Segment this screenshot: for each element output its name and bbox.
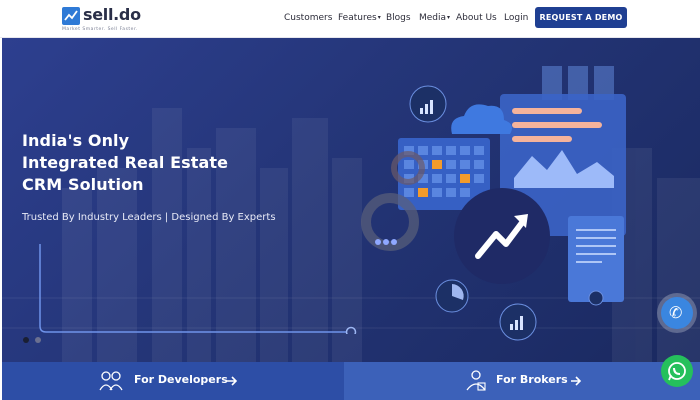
brand-name: sell.do (83, 5, 141, 24)
hero-subheadline: Trusted By Industry Leaders | Designed B… (22, 212, 276, 223)
slider-dot-active[interactable] (23, 337, 29, 343)
nav-item-features[interactable]: Features▾ (338, 13, 381, 23)
for-brokers-label: For Brokers (496, 373, 568, 386)
arrow-right-icon (227, 376, 238, 386)
site-header: sell.do Market Smarter. Sell Faster. Cus… (0, 0, 700, 38)
request-demo-button[interactable]: REQUEST A DEMO (535, 7, 627, 28)
whatsapp-icon (668, 362, 686, 381)
developers-icon (99, 371, 123, 391)
hero-headline: India's Only Integrated Real Estate CRM … (22, 130, 228, 196)
hero-headline-line-1: India's Only (22, 131, 130, 150)
nav-item-blogs[interactable]: Blogs (386, 13, 411, 23)
for-developers-button[interactable]: For Developers (2, 362, 344, 400)
brand-tagline: Market Smarter. Sell Faster. (62, 27, 138, 32)
phone-icon: ✆ (669, 303, 683, 322)
slider-dot[interactable] (35, 337, 41, 343)
call-button[interactable]: ✆ (661, 297, 693, 329)
hero-headline-line-3: CRM Solution (22, 175, 144, 194)
caret-down-icon: ▾ (447, 14, 451, 21)
for-brokers-button[interactable]: For Brokers (344, 362, 700, 400)
arrow-right-icon (571, 376, 582, 386)
for-developers-label: For Developers (134, 373, 228, 386)
brokers-icon (466, 370, 486, 391)
brand-logo[interactable]: sell.do Market Smarter. Sell Faster. (62, 5, 152, 32)
nav-item-customers[interactable]: Customers (284, 13, 332, 23)
nav-item-about-us[interactable]: About Us (456, 13, 497, 23)
caret-down-icon: ▾ (377, 14, 381, 21)
whatsapp-button[interactable] (661, 355, 693, 387)
hero-headline-line-2: Integrated Real Estate (22, 153, 229, 172)
nav-item-media[interactable]: Media▾ (419, 13, 450, 23)
nav-item-login[interactable]: Login (504, 13, 528, 23)
logo-mark-icon (62, 7, 80, 25)
hero-banner: India's Only Integrated Real Estate CRM … (2, 38, 700, 362)
decorative-timeline-line (39, 244, 357, 334)
